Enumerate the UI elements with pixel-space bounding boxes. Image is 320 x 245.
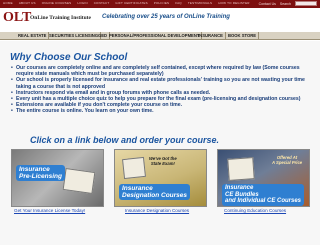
page-title: Why Choose Our School [10,52,128,63]
course-ribbon: We've Got the State Exam! [149,156,177,166]
list-item: Our school is properly licensed for insu… [11,77,311,89]
top-bar: HOME ABOUT US ONLINE COURSES LOGIN CONTA… [0,0,320,8]
nav-item-personal-professional-development[interactable]: PERSONAL/PROFESSIONAL DEVELOPMENT [107,32,203,40]
top-link-testimonials[interactable]: TESTIMONIALS [188,1,212,5]
order-call-to-action: Click on a link below and order your cou… [30,135,220,145]
top-link-how-to-register[interactable]: HOW TO REGISTER [218,1,249,5]
list-item: Our courses are completely online and ar… [11,65,311,77]
top-link-faq[interactable]: FAQ [175,1,182,5]
top-link-login[interactable]: LOGIN [77,1,87,5]
site-logo-subtitle[interactable]: OnLine Training Institute [30,15,91,21]
site-tagline: Celebrating over 25 years of OnLine Trai… [102,14,230,20]
document-graphic [227,157,255,181]
course-image-pre-licensing[interactable]: Insurance Pre-Licensing [11,149,104,207]
search-input[interactable] [295,1,317,6]
top-links: HOME ABOUT US ONLINE COURSES LOGIN CONTA… [3,1,250,5]
course-image-label-line: Designation Courses [122,192,188,199]
top-link-gift-certificates[interactable]: GIFT CERTIFICATES [115,1,147,5]
document-graphic [122,156,146,180]
top-link-policies[interactable]: POLICIES [154,1,169,5]
search-label: Search [279,1,291,6]
list-item: The entire course is online. You learn o… [11,108,311,114]
top-link-online-courses[interactable]: ONLINE COURSES [42,1,72,5]
top-link-about[interactable]: ABOUT US [19,1,36,5]
nav-item-book-store[interactable]: BOOK STORE [226,32,260,40]
course-image-label-line: Pre-Licensing [19,173,62,180]
course-image-label: Insurance Designation Courses [119,184,191,200]
nav-item-insurance[interactable]: INSURANCE [196,32,226,40]
contact-us-link[interactable]: Contact Us [259,2,276,6]
pre-licensing-link[interactable]: Get Your Insurance License Today! [14,208,85,213]
course-image-designation[interactable]: We've Got the State Exam! Insurance Desi… [114,149,207,207]
nav-item-real-estate[interactable]: REAL ESTATE [16,32,50,40]
top-right-tools: Contact Us Search [259,1,317,6]
course-image-label: Insurance Pre-Licensing [16,165,65,181]
top-link-home[interactable]: HOME [3,1,13,5]
document-graphic [62,168,96,194]
continuing-education-link[interactable]: Continuing Education Courses [224,208,286,213]
course-ribbon-line: A Special Price [272,160,303,165]
course-ribbon: Offered At A Special Price [272,155,302,165]
designation-courses-link[interactable]: Insurance Designation Courses [125,208,189,213]
course-image-label: Insurance CE Bundles and Individual CE C… [222,184,305,206]
top-link-contact[interactable]: CONTACT [94,1,110,5]
site-logo[interactable]: OLT [3,11,31,25]
course-image-label-line: Insurance [122,185,153,192]
course-ribbon-line: State Exam! [150,161,175,166]
main-nav: REAL ESTATE SECURITIES LICENSING GED PER… [0,32,320,40]
site-header: OLT OnLine Training Institute Celebratin… [0,8,320,32]
course-image-label-line: and Individual CE Courses [225,198,302,204]
benefits-list: Our courses are completely online and ar… [11,65,311,115]
course-image-continuing-education[interactable]: Offered At A Special Price Insurance CE … [217,149,310,207]
course-image-label-line: Insurance [19,166,50,173]
nav-item-securities-licensing[interactable]: SECURITIES LICENSING [47,32,102,40]
